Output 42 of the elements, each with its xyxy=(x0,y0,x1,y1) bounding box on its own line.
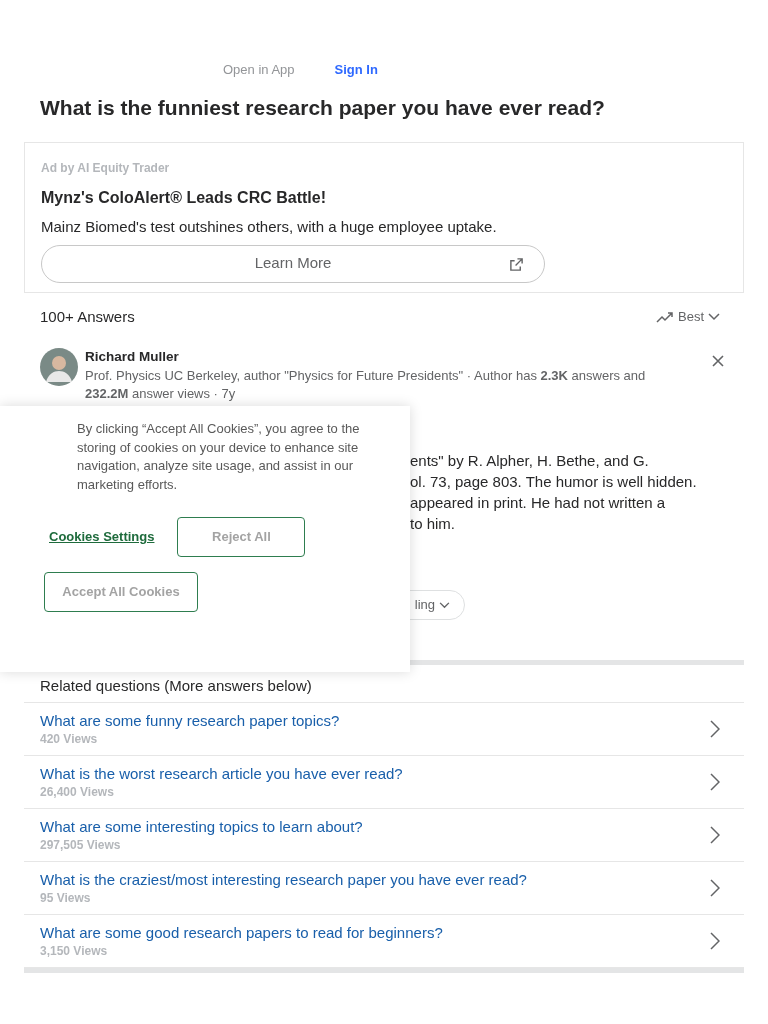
ad-sponsor: Ad by AI Equity Trader xyxy=(41,160,171,177)
author-credentials: 232.2M answer views · 7y xyxy=(85,385,237,404)
chevron-right-icon xyxy=(710,879,720,897)
answer-text-line: to him. xyxy=(410,514,456,534)
related-question-link[interactable]: What are some interesting topics to learn about? xyxy=(40,817,363,837)
chevron-down-icon xyxy=(439,601,450,609)
related-question-row[interactable]: What are some interesting topics to learn about? 297,505 Views xyxy=(24,809,744,862)
ad-text: Mainz Biomed's test outshines others, with a huge employee uptake. xyxy=(41,217,498,237)
author-name[interactable]: Richard Muller xyxy=(85,347,725,368)
cookies-settings-link[interactable]: Cookies Settings xyxy=(49,527,155,547)
trending-icon xyxy=(656,311,674,323)
view-count: 297,505 Views xyxy=(40,837,122,853)
answer-text-line: ents" by R. Alpher, H. Bethe, and G. xyxy=(410,451,650,471)
related-question-row[interactable]: What is the craziest/most interesting research paper you have ever read? 95 Views xyxy=(24,862,744,915)
sort-button[interactable]: Best xyxy=(656,307,720,327)
external-link-icon xyxy=(509,256,524,272)
view-count: 420 Views xyxy=(40,731,99,747)
chevron-down-icon xyxy=(708,313,720,321)
avatar xyxy=(40,348,78,386)
view-count: 26,400 Views xyxy=(40,784,115,800)
chevron-right-icon xyxy=(710,826,720,844)
answer-text-line: appeared in print. He had not written a xyxy=(410,493,667,513)
answers-count: 100+ Answers xyxy=(40,306,135,327)
top-link[interactable]: Sign In xyxy=(334,60,378,92)
question-title: What is the funniest research paper you have ever read? xyxy=(39,95,606,121)
close-icon[interactable] xyxy=(712,355,724,367)
cookie-text: By clicking “Accept All Cookies”, you agree to the storing of cookies on your device to enhance site navigation, analyze site usage, and assist in our marketing efforts. xyxy=(77,420,361,494)
view-count: 95 Views xyxy=(40,890,92,906)
related-question-link[interactable]: What is the craziest/most interesting research paper you have ever read? xyxy=(40,870,527,890)
related-question-link[interactable]: What is the worst research article you have ever read? xyxy=(40,764,403,784)
chevron-right-icon xyxy=(710,932,720,950)
related-question-row[interactable]: What is the worst research article you have ever read? 26,400 Views xyxy=(24,756,744,809)
related-title: Related questions (More answers below) xyxy=(39,676,313,696)
chevron-right-icon xyxy=(710,773,720,791)
related-question-link[interactable]: What are some good research papers to read for beginners? xyxy=(40,923,443,943)
related-question-row[interactable]: What are some funny research paper topics? 420 Views xyxy=(24,703,744,756)
author-credentials: Prof. Physics UC Berkeley, author "Physics for Future Presidents" · Author has 2.3K answers and xyxy=(85,367,647,386)
view-count: 3,150 Views xyxy=(40,943,109,959)
answer-text-line: ol. 73, page 803. The humor is well hidden. xyxy=(410,472,698,492)
ad-headline: Mynz's ColoAlert® Leads CRC Battle! xyxy=(41,188,327,208)
related-question-link[interactable]: What are some funny research paper topics? xyxy=(40,711,340,731)
chevron-right-icon xyxy=(710,720,720,738)
